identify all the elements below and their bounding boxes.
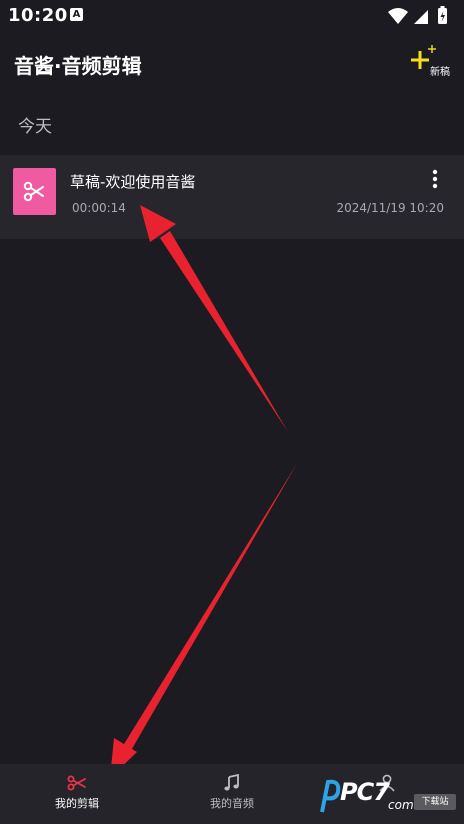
app-title: 音酱·音频剪辑 <box>14 54 142 78</box>
battery-icon <box>438 6 447 24</box>
nav-my-audio[interactable]: 我的音频 <box>155 764 309 824</box>
new-draft-label: 新稿 <box>430 67 450 78</box>
watermark-suffix: com <box>388 798 414 812</box>
signal-icon <box>414 10 428 24</box>
watermark: PC7 com 下载站 <box>318 774 460 820</box>
arrow-to-nav <box>110 462 298 778</box>
watermark-text: PC7 <box>340 778 390 806</box>
status-app-icon: A <box>70 8 83 21</box>
plus-icon <box>411 51 429 69</box>
music-note-icon <box>224 774 239 791</box>
project-thumbnail <box>13 168 56 215</box>
watermark-badge: 下载站 <box>414 794 456 810</box>
scissors-icon <box>67 775 86 791</box>
project-title: 草稿-欢迎使用音酱 <box>70 173 196 191</box>
new-draft-button[interactable]: 新稿 <box>408 44 454 78</box>
status-time: 10:20 <box>8 5 68 26</box>
nav-my-edits[interactable]: 我的剪辑 <box>0 764 154 824</box>
scissors-icon <box>23 181 44 202</box>
project-card[interactable]: 草稿-欢迎使用音酱 00:00:14 2024/11/19 10:20 <box>0 155 464 239</box>
status-icons <box>388 6 447 24</box>
arrow-to-project <box>140 205 288 432</box>
annotation-arrows <box>110 205 298 778</box>
plus-small-icon <box>428 45 436 53</box>
watermark-logo-icon <box>320 779 341 813</box>
nav-label-my-audio: 我的音频 <box>210 797 254 810</box>
status-bar: 10:20 A <box>0 0 464 32</box>
screen: 10:20 A 音酱·音频剪辑 新稿 今天 草稿-欢迎使用音酱 00:00:14… <box>0 0 464 824</box>
project-duration: 00:00:14 <box>72 201 126 215</box>
project-date: 2024/11/19 10:20 <box>336 201 444 215</box>
nav-label-my-edits: 我的剪辑 <box>55 797 99 810</box>
wifi-icon <box>388 8 408 24</box>
section-header-today: 今天 <box>18 117 52 137</box>
more-vertical-icon[interactable] <box>424 167 446 193</box>
